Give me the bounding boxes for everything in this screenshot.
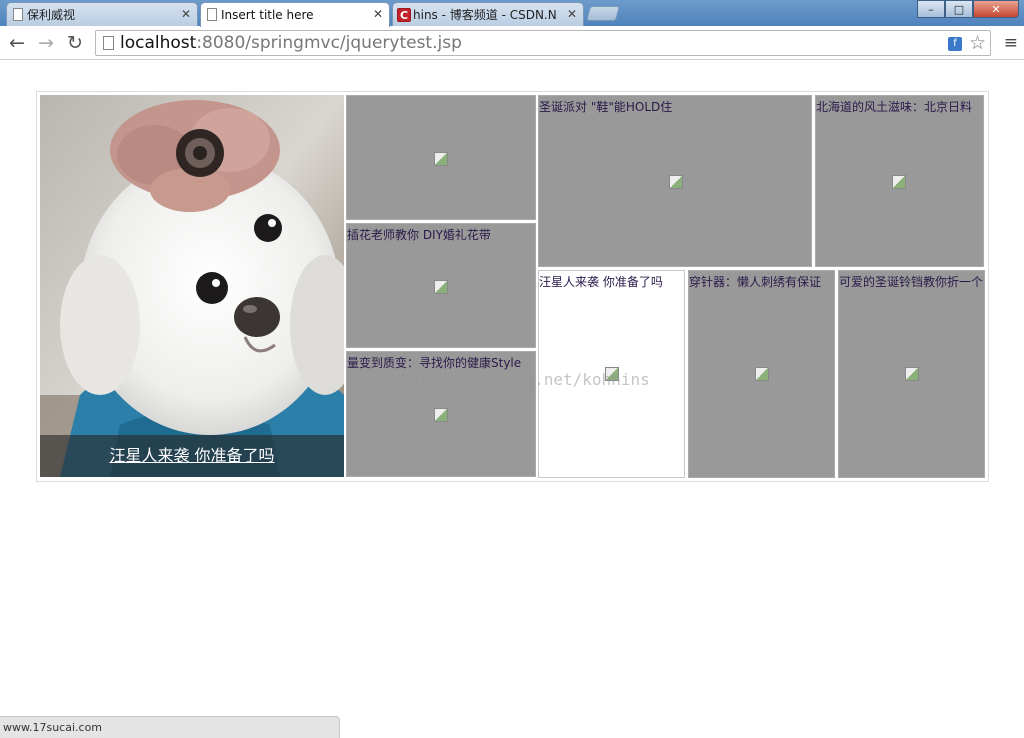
broken-image-icon bbox=[892, 175, 906, 189]
broken-image-icon bbox=[669, 175, 683, 189]
tab-strip: 保利威视 ✕ Insert title here ✕ C hins - 博客频道… bbox=[0, 0, 1024, 27]
broken-image-icon bbox=[434, 280, 448, 294]
bookmark-star-icon[interactable]: ☆ bbox=[969, 32, 986, 54]
tab-insert-title[interactable]: Insert title here ✕ bbox=[200, 2, 390, 27]
tab-csdn[interactable]: C hins - 博客频道 - CSDN.N ✕ bbox=[392, 2, 584, 26]
tile-e[interactable]: 北海道的风土滋味：北京日料 bbox=[815, 95, 984, 267]
tile-title: 汪星人来袭 你准备了吗 bbox=[539, 275, 663, 289]
close-icon[interactable]: ✕ bbox=[373, 7, 383, 21]
tile-title: 圣诞派对 "鞋"能HOLD住 bbox=[539, 100, 673, 114]
tile-title: 插花老师教你 DIY婚礼花带 bbox=[347, 228, 491, 242]
tab-baoli[interactable]: 保利威视 ✕ bbox=[6, 2, 198, 26]
broken-image-icon bbox=[905, 367, 919, 381]
blog-watermark: http://blog.csdn.net/kohhins bbox=[380, 370, 650, 389]
maximize-button[interactable]: □ bbox=[945, 0, 973, 18]
browser-toolbar: ← → ↻ localhost:8080/springmvc/jquerytes… bbox=[0, 26, 1024, 60]
close-icon[interactable]: ✕ bbox=[181, 7, 191, 21]
tab-label: Insert title here bbox=[221, 8, 314, 22]
reload-icon[interactable]: ↻ bbox=[63, 31, 87, 55]
tile-title: 穿针器：懒人刺绣有保证 bbox=[689, 275, 822, 289]
forward-icon[interactable]: → bbox=[34, 31, 58, 55]
menu-icon[interactable]: ≡ bbox=[1004, 33, 1018, 53]
address-bar[interactable]: localhost:8080/springmvc/jquerytest.jsp … bbox=[95, 30, 991, 56]
extension-icon[interactable]: f bbox=[948, 37, 962, 51]
close-window-button[interactable]: ✕ bbox=[973, 0, 1019, 18]
csdn-icon: C bbox=[397, 8, 411, 22]
tile-title: 可爱的圣诞铃铛教你折一个 bbox=[839, 275, 984, 289]
page-icon bbox=[207, 8, 217, 21]
tile-title: 北海道的风土滋味：北京日料 bbox=[816, 100, 973, 114]
status-bar: www.17sucai.com bbox=[0, 716, 340, 738]
dog-photo bbox=[40, 95, 344, 477]
tile-d[interactable]: 圣诞派对 "鞋"能HOLD住 bbox=[538, 95, 812, 267]
close-icon[interactable]: ✕ bbox=[567, 7, 577, 21]
back-icon[interactable]: ← bbox=[5, 31, 29, 55]
page-icon bbox=[13, 8, 23, 21]
hero-caption[interactable]: 汪星人来袭 你准备了吗 bbox=[40, 435, 344, 477]
window-controls: – □ ✕ bbox=[917, 0, 1019, 18]
tile-h[interactable]: 可爱的圣诞铃铛教你折一个 bbox=[838, 270, 985, 478]
tile-title: 量变到质变：寻找你的健康Style bbox=[347, 356, 522, 370]
url-host: localhost bbox=[120, 33, 197, 53]
page-icon bbox=[103, 36, 114, 50]
broken-image-icon bbox=[434, 408, 448, 422]
hero-image-tile[interactable]: 汪星人来袭 你准备了吗 bbox=[40, 95, 344, 477]
url-path: :8080/springmvc/jquerytest.jsp bbox=[196, 33, 462, 53]
tile-b[interactable]: 插花老师教你 DIY婚礼花带 bbox=[346, 223, 536, 348]
tab-label: 保利威视 bbox=[27, 8, 76, 22]
tile-a[interactable] bbox=[346, 95, 536, 220]
minimize-button[interactable]: – bbox=[917, 0, 945, 18]
broken-image-icon bbox=[755, 367, 769, 381]
broken-image-icon bbox=[434, 152, 448, 166]
new-tab-button[interactable] bbox=[585, 6, 621, 21]
tile-g[interactable]: 穿针器：懒人刺绣有保证 bbox=[688, 270, 835, 478]
tab-label: hins - 博客频道 - CSDN.N bbox=[413, 8, 557, 22]
